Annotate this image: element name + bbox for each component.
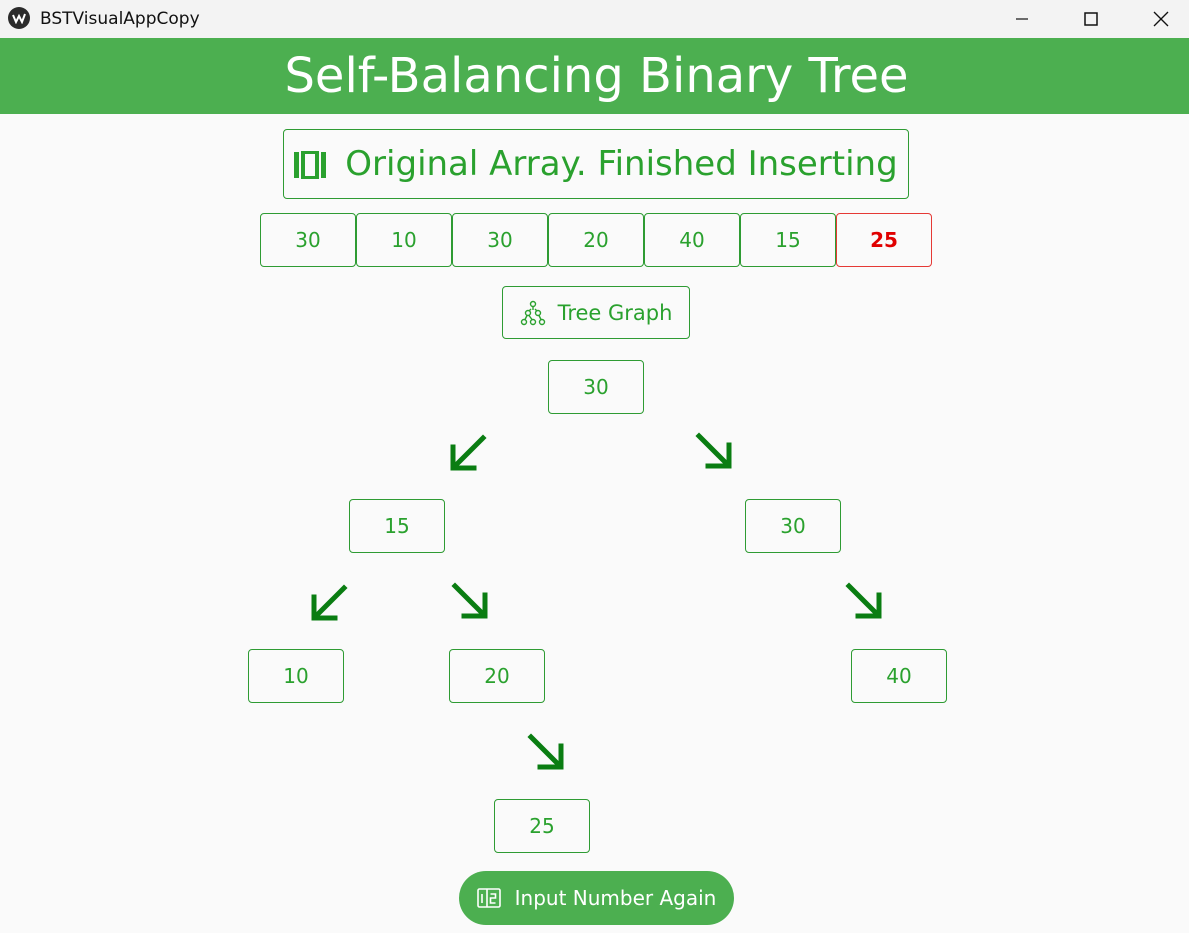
tree-node-root: 30 (548, 360, 644, 414)
title-bar: BSTVisualAppCopy (0, 0, 1189, 38)
page-title: Self-Balancing Binary Tree (284, 48, 909, 104)
arrow-down-left-icon (450, 434, 487, 471)
app-window: BSTVisualAppCopy Self-Balancing Binary T… (0, 0, 1189, 933)
app-header: Self-Balancing Binary Tree (0, 38, 1189, 114)
array-cell: 15 (740, 213, 836, 267)
tree-graph-label: Tree Graph (557, 300, 673, 325)
app-logo-icon (8, 7, 30, 29)
array-icon (294, 151, 327, 179)
array-cell: 10 (356, 213, 452, 267)
status-text: Original Array. Finished Inserting (345, 144, 898, 184)
array-cell: 20 (548, 213, 644, 267)
tree-graph-chip: Tree Graph (502, 286, 690, 339)
array-cell: 30 (452, 213, 548, 267)
tree-node-left-right-right: 25 (494, 799, 590, 853)
arrow-down-right-icon (695, 432, 732, 469)
minimize-button[interactable] (987, 0, 1057, 38)
tree-node-left: 15 (349, 499, 445, 553)
arrow-down-right-icon (527, 733, 564, 770)
close-button[interactable] (1126, 0, 1189, 38)
tree-graph-icon (520, 300, 545, 325)
array-cell-highlighted: 25 (836, 213, 932, 267)
close-icon (1153, 11, 1169, 27)
array-cell: 40 (644, 213, 740, 267)
tree-node-right-right: 40 (851, 649, 947, 703)
status-box: Original Array. Finished Inserting (283, 129, 909, 199)
maximize-button[interactable] (1056, 0, 1126, 38)
arrow-down-right-icon (451, 582, 488, 619)
arrow-down-right-icon (845, 582, 882, 619)
window-title: BSTVisualAppCopy (40, 9, 200, 29)
input-number-again-button[interactable]: Input Number Again (459, 871, 734, 925)
number-input-icon (476, 888, 501, 908)
minimize-icon (1016, 18, 1028, 20)
maximize-icon (1084, 12, 1098, 26)
array-cell: 30 (260, 213, 356, 267)
tree-node-left-right: 20 (449, 649, 545, 703)
tree-node-left-left: 10 (248, 649, 344, 703)
tree-node-right: 30 (745, 499, 841, 553)
arrow-down-left-icon (311, 584, 348, 621)
input-number-again-label: Input Number Again (514, 886, 717, 910)
